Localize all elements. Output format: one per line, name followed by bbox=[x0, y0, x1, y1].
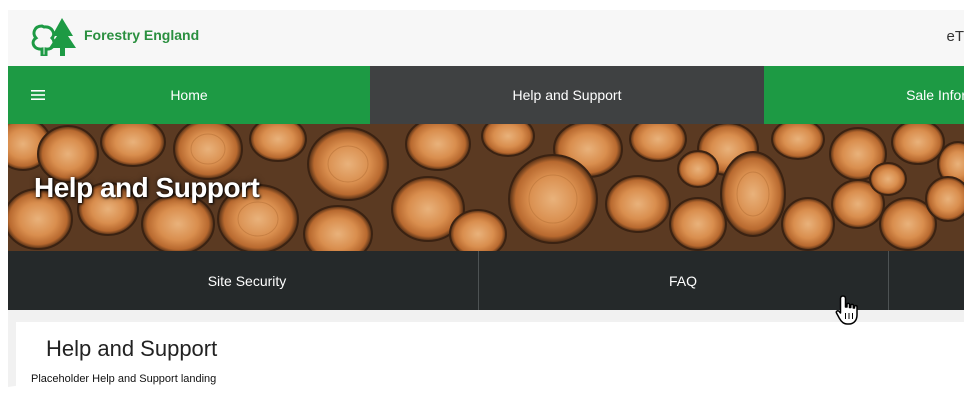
page-title: Help and Support bbox=[46, 336, 218, 361]
hand-pointer-icon bbox=[835, 295, 858, 325]
hamburger-menu-button[interactable] bbox=[8, 66, 68, 124]
subnav-item-faq[interactable]: FAQ bbox=[478, 251, 888, 310]
user-account-text[interactable]: eT bbox=[946, 28, 964, 45]
site-header: Forestry England eT bbox=[8, 10, 964, 66]
nav-item-label: Home bbox=[170, 87, 208, 103]
brand-name[interactable]: Forestry England bbox=[84, 27, 199, 43]
nav-item-help-and-support[interactable]: Help and Support bbox=[370, 66, 764, 124]
hero-title: Help and Support bbox=[34, 172, 260, 203]
sub-navigation: Site Security FAQ bbox=[8, 251, 964, 310]
nav-item-sale-information[interactable]: Sale Infor bbox=[764, 66, 964, 124]
hero-banner: Help and Support bbox=[8, 124, 964, 251]
subnav-divider bbox=[888, 251, 889, 310]
subnav-item-label: FAQ bbox=[668, 272, 697, 289]
nav-item-label: Sale Infor bbox=[906, 87, 964, 103]
subnav-item-label: Site Security bbox=[207, 272, 287, 289]
hamburger-menu-icon bbox=[31, 90, 45, 100]
tree-logo-icon[interactable] bbox=[30, 16, 78, 56]
main-nav: Home Help and Support Sale Infor bbox=[8, 66, 964, 124]
screenshot-frame: Forestry England eT Home Help and Suppor… bbox=[8, 10, 964, 390]
subnav-item-site-security[interactable]: Site Security bbox=[8, 251, 486, 310]
nav-item-label: Help and Support bbox=[512, 87, 622, 103]
torn-edge-decoration bbox=[0, 382, 967, 396]
